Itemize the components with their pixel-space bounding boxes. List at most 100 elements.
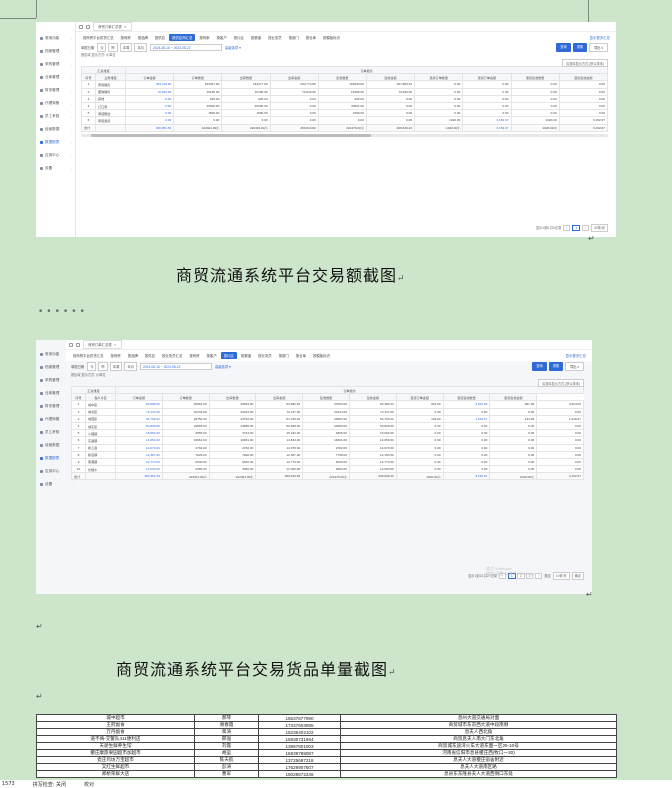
sidebar-item[interactable]: 采购管理 ›: [36, 58, 75, 71]
column-header[interactable]: 订单金额: [115, 393, 163, 402]
column-header[interactable]: 退货订单数量: [414, 73, 464, 82]
show-more-summary-link[interactable]: 显示更多汇总: [566, 353, 586, 358]
date-chip[interactable]: 本周: [109, 362, 123, 371]
sidebar-item[interactable]: 常用功能 ›: [36, 32, 75, 45]
table-row[interactable]: 2 城北区 72,137.00 32234.00 32234.00 72,137.00 32…: [71, 407, 584, 416]
menu-icon[interactable]: [79, 24, 83, 29]
spell-check-status[interactable]: 拼写检查: 关闭: [33, 781, 66, 788]
column-header[interactable]: 订单金额: [124, 73, 175, 82]
summary-subtab[interactable]: 按片区: [220, 351, 237, 360]
page-size-select[interactable]: 50条/页: [591, 224, 608, 232]
page-size-select[interactable]: 10条/页: [552, 572, 570, 580]
window-tab[interactable]: 商贸订单汇总表 ✕: [93, 22, 132, 31]
date-range-input[interactable]: 2024-08-16 ~ 2024-08-22: [139, 362, 212, 371]
summary-subtab[interactable]: 按品牌: [135, 34, 151, 42]
date-chip[interactable]: 本月: [134, 43, 147, 52]
summary-subtab[interactable]: 按商贸: [118, 34, 134, 42]
summary-subtab[interactable]: 按商贸平台供货汇总: [80, 34, 117, 42]
prev-page-icon[interactable]: ‹: [563, 224, 571, 232]
date-chip[interactable]: 昨: [108, 43, 118, 52]
column-header[interactable]: 退货签收数量: [442, 393, 491, 402]
table-cell[interactable]: 54,796.62: [115, 414, 163, 423]
column-header[interactable]: 退货签收金额: [489, 393, 538, 402]
proofing-mode[interactable]: 校对: [84, 781, 94, 788]
show-more-summary-link[interactable]: 显示更多汇总: [590, 35, 610, 40]
summary-subtab[interactable]: 按业务员: [265, 34, 285, 42]
summary-subtab[interactable]: 按片区: [231, 34, 247, 42]
column-header[interactable]: 退货签收数量: [510, 73, 560, 82]
summary-subtab[interactable]: 按客户: [214, 34, 230, 42]
table-cell[interactable]: 50,828.00: [115, 421, 163, 431]
summary-subtab[interactable]: 按渠道: [248, 34, 264, 42]
date-chip[interactable]: 本月: [124, 362, 137, 371]
jump-button[interactable]: 确定: [571, 572, 584, 580]
table-row[interactable]: 3 其他 0.00 925.00 925.00 0.00 925.00 0.00 0.00 0.0…: [81, 94, 609, 103]
column-header[interactable]: 签收数量: [317, 73, 367, 82]
display-mode-select[interactable]: 请选择显示方式 (默认排序): [561, 59, 608, 68]
menu-icon[interactable]: [69, 342, 73, 347]
date-chip[interactable]: 昨: [98, 362, 108, 371]
table-cell[interactable]: 70,840.00: [124, 87, 175, 96]
summary-subtab[interactable]: 按商家: [196, 34, 212, 42]
column-header[interactable]: 退货订单金额: [395, 393, 444, 402]
close-icon[interactable]: ✕: [124, 25, 127, 29]
table-cell[interactable]: 12,770.00: [115, 457, 163, 467]
date-chip[interactable]: 今: [97, 43, 107, 52]
sidebar-item[interactable]: 应用中心 ›: [36, 149, 75, 162]
summary-subtab[interactable]: 按商贸: [108, 352, 124, 360]
reset-button[interactable]: 重置: [572, 43, 588, 52]
home-icon[interactable]: [86, 24, 90, 29]
table-cell[interactable]: 0.00: [124, 101, 175, 111]
summary-subtab[interactable]: 按品牌: [125, 352, 141, 360]
table-row[interactable]: 8 新店镇 12,307.00 7828.00 7828.00 12,307.00 7798…: [71, 450, 584, 459]
column-header[interactable]: 订单数量: [173, 73, 223, 82]
column-header[interactable]: 退货签收金额: [558, 73, 609, 82]
column-header[interactable]: 客户片区: [85, 393, 116, 402]
table-row[interactable]: 1 城中区 83,888.00 45664.00 45664.00 83,890.25 37…: [71, 400, 584, 409]
close-icon[interactable]: ✕: [114, 343, 117, 347]
summary-subtab[interactable]: 按供应商汇总: [169, 33, 196, 42]
column-header[interactable]: 出库金额: [269, 73, 319, 82]
table-row[interactable]: 6 东昌镇 14,659.00 16661.00 16661.00 14,634.00 16…: [71, 436, 584, 445]
table-cell[interactable]: 0.00: [124, 109, 175, 118]
date-range-input[interactable]: 2024-08-16 ~ 2024-08-22: [149, 43, 222, 52]
home-icon[interactable]: [76, 342, 80, 347]
table-cell[interactable]: 14,079.00: [115, 443, 163, 452]
column-header[interactable]: 序号: [71, 393, 86, 402]
summary-subtab[interactable]: 按渠道: [238, 352, 254, 360]
page-number[interactable]: 1: [572, 224, 581, 232]
summary-subtab[interactable]: 按业务员: [255, 352, 275, 360]
export-button[interactable]: 导出 ▾: [589, 43, 608, 52]
reset-button[interactable]: 重置: [548, 362, 564, 371]
window-tab[interactable]: 商贸订单汇总表 ✕: [83, 340, 122, 349]
advanced-options-link[interactable]: 高级选项 ▾: [225, 45, 241, 50]
sidebar-item[interactable]: 员工考核 ›: [36, 110, 75, 123]
summary-subtab[interactable]: 按客户: [204, 352, 220, 360]
column-header[interactable]: 序号: [81, 73, 96, 82]
table-row[interactable]: 4 订口商 0.00 40500.00 40500.00 0.00 40521.00 0.00…: [81, 101, 609, 111]
summary-subtab[interactable]: 按业务员汇总: [159, 352, 185, 360]
advanced-options-link[interactable]: 高级选项 ▾: [215, 364, 231, 369]
date-chip[interactable]: 今: [87, 362, 97, 371]
column-header[interactable]: 业务维度: [95, 73, 126, 82]
display-mode-select[interactable]: 请选择显示方式 (默认排序): [537, 379, 584, 388]
summary-subtab[interactable]: 按商贸平台供货汇总: [70, 352, 107, 360]
table-cell[interactable]: 83,888.00: [115, 400, 163, 409]
column-header[interactable]: 出库金额: [255, 393, 304, 402]
table-row[interactable]: 5 商贸赠送 0.00 1590.00 1590.00 0.00 1590.00 0.00 0.…: [81, 109, 609, 118]
table-cell[interactable]: 12,307.00: [115, 450, 163, 459]
table-row[interactable]: 6 商贸退货 0.00 0.00 0.00 0.00 0.00 0.00 1020.00 3,15…: [81, 116, 609, 125]
sidebar-item[interactable]: 财务管理 ›: [36, 84, 75, 97]
summary-subtab[interactable]: 按部门: [276, 352, 292, 360]
column-header[interactable]: 签收金额: [365, 73, 416, 82]
horizontal-scrollbar[interactable]: [81, 133, 608, 137]
summary-subtab[interactable]: 按商贸: [186, 352, 202, 360]
summary-subtab[interactable]: 按部门: [286, 34, 302, 42]
summary-subtab[interactable]: 按仓库: [303, 34, 319, 42]
column-header[interactable]: 签收数量: [302, 393, 350, 402]
sidebar-item[interactable]: 设置 ›: [36, 162, 75, 175]
table-cell[interactable]: 72,137.00: [115, 407, 163, 416]
summary-subtab[interactable]: 按供应: [152, 34, 168, 42]
table-row[interactable]: 10 长顺乡 12,000.00 2082.00 2082.00 12,000.00 208…: [71, 465, 584, 474]
sidebar-item[interactable]: 经营数据 ›: [36, 123, 75, 136]
